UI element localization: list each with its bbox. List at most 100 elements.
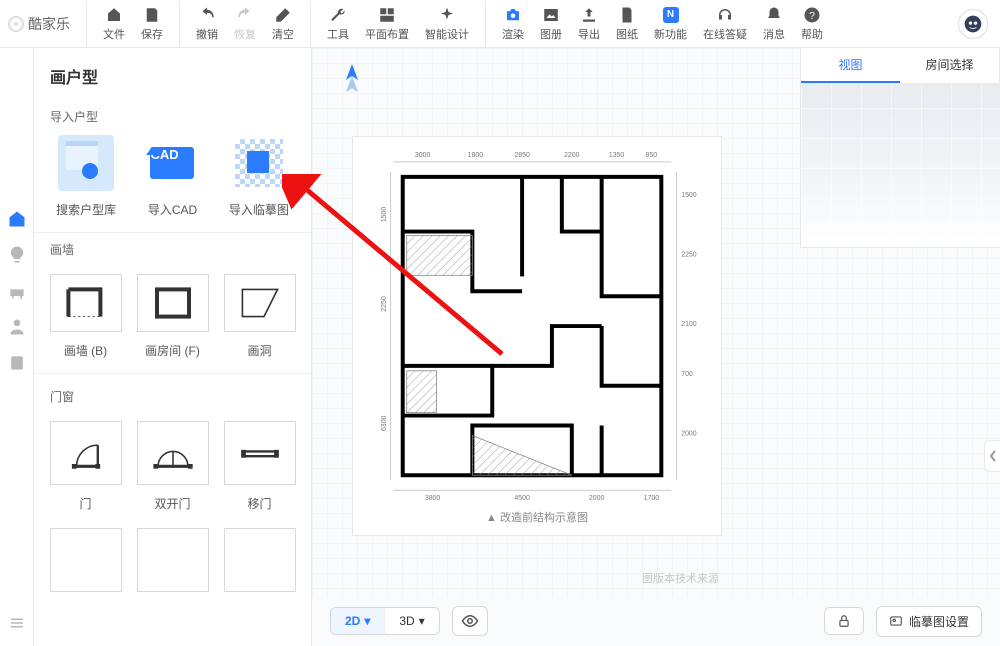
export-button[interactable]: 导出 [572,2,606,46]
search-floorplan-library[interactable]: 搜索户型库 [48,135,124,218]
question-icon: ? [803,6,821,24]
top-toolbar: 酷家乐 文件 保存 撤销 恢复 清空 工具 平 [0,0,1000,48]
assistant-avatar[interactable] [958,9,988,39]
lock-icon [837,614,851,628]
redo-icon [236,6,254,24]
collapse-right-caret[interactable] [984,440,1000,472]
msg-button[interactable]: 消息 [757,2,791,46]
svg-text:1800: 1800 [468,152,484,159]
layout-icon [378,6,396,24]
wall-thumb [50,274,122,332]
headset-icon [716,6,734,24]
svg-text:2850: 2850 [514,152,530,159]
svg-text:6300: 6300 [381,415,388,431]
view-mode-segmented: 2D▾ 3D▾ [330,607,440,635]
search-library-icon [58,135,114,191]
lock-button[interactable] [824,607,864,635]
svg-text:3800: 3800 [425,495,441,502]
import-card-row: 搜索户型库 CAD 导入CAD 导入临摹图 [34,135,311,233]
sliding-door-tool[interactable]: 移门 [222,421,297,512]
svg-text:2000: 2000 [681,430,697,437]
single-door-thumb [50,421,122,485]
svg-text:1700: 1700 [644,495,660,502]
preview-3d-panel[interactable] [800,78,1000,248]
siderail-floorplan[interactable] [6,208,28,230]
wrench-icon [329,6,347,24]
trace-settings-button[interactable]: 临摹图设置 [876,606,982,637]
svg-text:?: ? [809,9,815,21]
svg-text:2250: 2250 [681,251,697,258]
qa-button[interactable]: 在线答疑 [697,2,753,46]
siderail-appliance[interactable] [6,352,28,374]
tab-view[interactable]: 视图 [801,48,900,83]
clear-button[interactable]: 清空 [266,2,300,46]
wall-section-label: 画墙 [34,233,311,268]
door-extra-3[interactable] [222,528,297,592]
door-extra-2[interactable] [135,528,210,592]
watermark-text: 图版本技术来源 [642,570,719,586]
brand: 酷家乐 [8,14,86,34]
visibility-toggle[interactable] [452,606,488,636]
import-section-label: 导入户型 [34,100,311,135]
sparkle-icon [438,6,456,24]
tools-menu[interactable]: 工具 [321,2,355,46]
svg-text:4500: 4500 [514,495,530,502]
redo-button[interactable]: 恢复 [228,2,262,46]
newfeat-button[interactable]: N 新功能 [648,2,693,46]
sliding-door-thumb [224,421,296,485]
annotation-arrow [282,174,522,377]
brand-icon [8,16,24,32]
view-tabs: 视图 房间选择 [800,48,1000,84]
siderail-furniture[interactable] [6,280,28,302]
double-door-thumb [137,421,209,485]
album-button[interactable]: 图册 [534,2,568,46]
draw-wall-tool[interactable]: 画墙 (B) [48,274,123,359]
home-icon [105,6,123,24]
svg-text:3000: 3000 [415,152,431,159]
file-menu[interactable]: 文件 [97,2,131,46]
svg-text:2100: 2100 [681,321,697,328]
bottom-bar: 2D▾ 3D▾ 临摹图设置 [312,596,1000,646]
room-thumb [137,274,209,332]
door-tools-row: 门 双开门 移门 [34,415,311,526]
toolbar-group-design: 工具 平面布置 智能设计 [310,2,485,46]
brand-label: 酷家乐 [28,14,70,34]
toolbar-group-output: 渲染 图册 导出 图纸 N 新功能 在线答疑 消息 ? 帮助 [485,2,839,46]
door-extra-1[interactable] [48,528,123,592]
help-button[interactable]: ? 帮助 [795,2,829,46]
double-door-tool[interactable]: 双开门 [135,421,210,512]
toolbar-group-file: 文件 保存 [86,2,179,46]
save-button[interactable]: 保存 [135,2,169,46]
draw-room-tool[interactable]: 画房间 (F) [135,274,210,359]
north-arrow-icon [342,64,362,99]
mode-3d-button[interactable]: 3D▾ [385,608,438,634]
ai-design-button[interactable]: 智能设计 [419,2,475,46]
mode-2d-button[interactable]: 2D▾ [331,608,385,634]
panel-title: 画户型 [34,48,311,100]
side-rail [0,48,34,646]
save-icon [143,6,161,24]
render-button[interactable]: 渲染 [496,2,530,46]
svg-text:1350: 1350 [609,152,625,159]
drawing-button[interactable]: 图纸 [610,2,644,46]
cad-icon: CAD [144,135,200,191]
camera-icon [504,6,522,24]
siderail-person[interactable] [6,316,28,338]
door-section-label: 门窗 [34,373,311,415]
undo-icon [198,6,216,24]
siderail-lighting[interactable] [6,244,28,266]
export-icon [580,6,598,24]
image-icon [542,6,560,24]
import-cad[interactable]: CAD 导入CAD [134,135,210,218]
svg-text:2000: 2000 [589,495,605,502]
bell-icon [765,6,783,24]
undo-button[interactable]: 撤销 [190,2,224,46]
tab-room-select[interactable]: 房间选择 [900,48,999,83]
floorplan-caption: ▲ 改造前结构示意图 [353,509,721,525]
svg-text:700: 700 [681,371,693,378]
layout-button[interactable]: 平面布置 [359,2,415,46]
document-icon [618,6,636,24]
single-door-tool[interactable]: 门 [48,421,123,512]
new-badge-icon: N [662,6,680,24]
siderail-collapse[interactable] [6,612,28,634]
